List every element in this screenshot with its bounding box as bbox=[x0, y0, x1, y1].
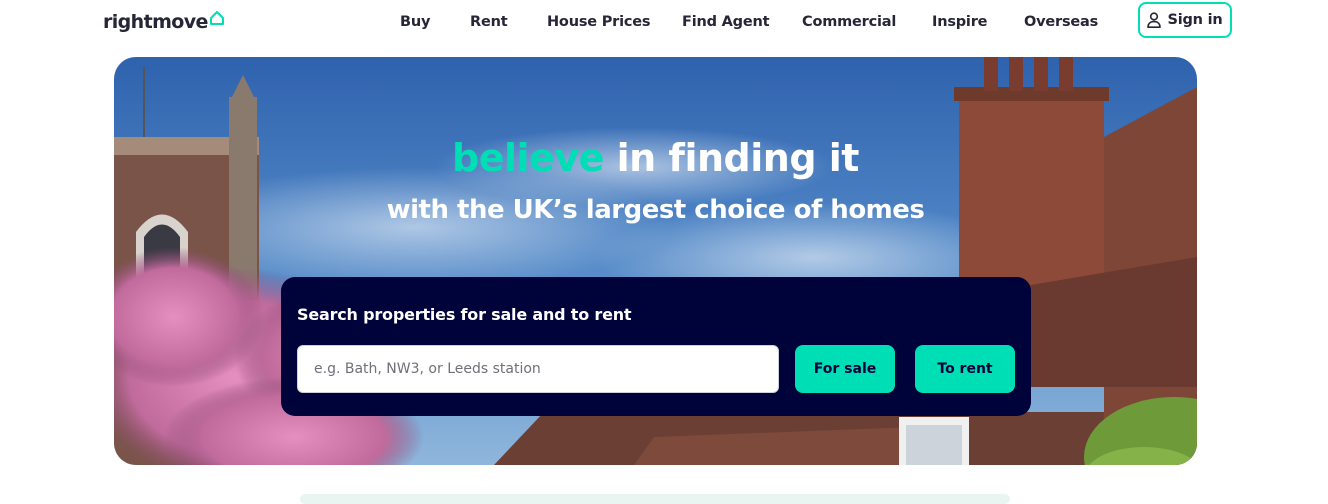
user-icon bbox=[1147, 12, 1162, 28]
search-panel: Search properties for sale and to rent F… bbox=[281, 277, 1031, 416]
headline-accent: believe bbox=[452, 136, 604, 180]
nav-buy[interactable]: Buy bbox=[400, 11, 430, 33]
hero-subheadline: with the UK’s largest choice of homes bbox=[386, 195, 925, 225]
to-rent-button[interactable]: To rent bbox=[915, 345, 1015, 393]
hero-headline: believe in finding it bbox=[114, 135, 1197, 181]
logo-text: rightmove bbox=[103, 11, 208, 33]
rightmove-logo[interactable]: rightmove bbox=[103, 10, 225, 34]
nav-inspire[interactable]: Inspire bbox=[932, 11, 987, 33]
nav-find-agent[interactable]: Find Agent bbox=[682, 11, 770, 33]
site-header: rightmove Buy Rent House Prices Find Age… bbox=[0, 0, 1328, 44]
nav-commercial[interactable]: Commercial bbox=[802, 11, 896, 33]
house-icon bbox=[209, 11, 224, 25]
headline-rest: in finding it bbox=[603, 136, 860, 180]
next-section-edge bbox=[300, 494, 1010, 504]
sign-in-label: Sign in bbox=[1167, 12, 1223, 28]
sign-in-button[interactable]: Sign in bbox=[1138, 2, 1232, 38]
nav-rent[interactable]: Rent bbox=[470, 11, 508, 33]
for-sale-button[interactable]: For sale bbox=[795, 345, 895, 393]
nav-house-prices[interactable]: House Prices bbox=[547, 11, 651, 33]
location-search-input[interactable] bbox=[297, 345, 779, 393]
search-title: Search properties for sale and to rent bbox=[297, 305, 632, 324]
nav-overseas[interactable]: Overseas bbox=[1024, 11, 1098, 33]
